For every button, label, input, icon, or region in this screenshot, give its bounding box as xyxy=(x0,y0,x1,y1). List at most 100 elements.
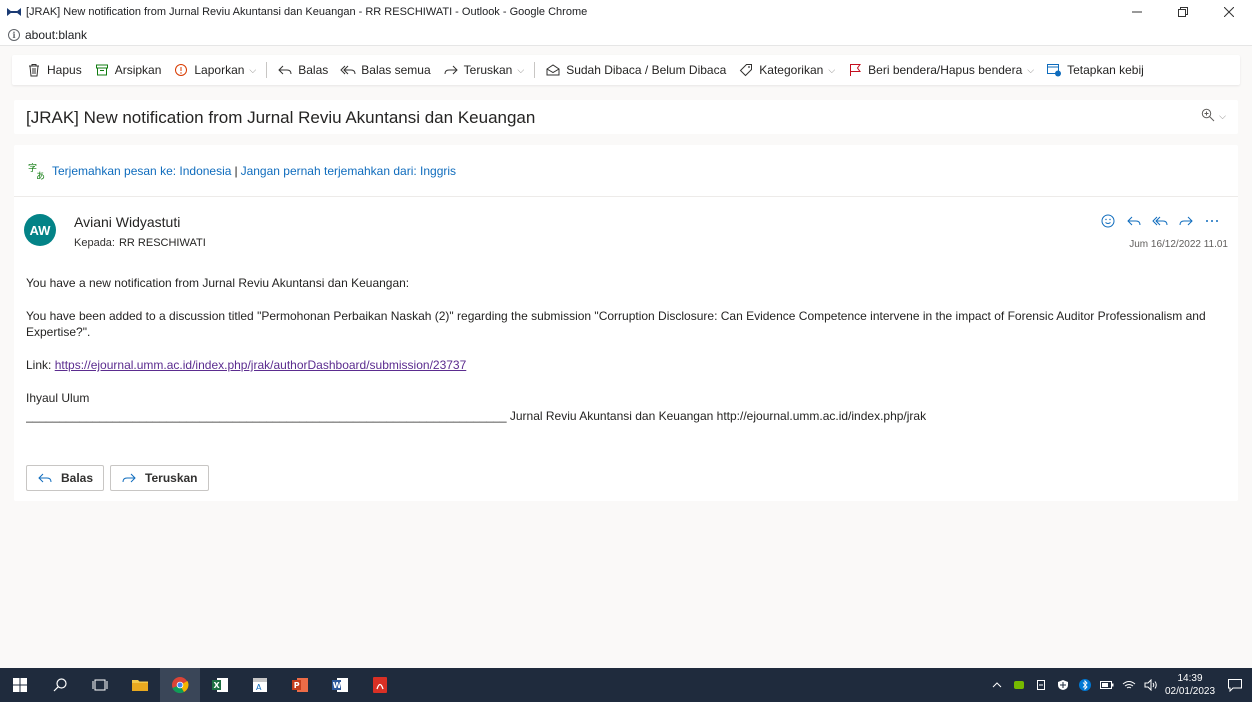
recipient-name[interactable]: RR RESCHIWATI xyxy=(119,237,206,249)
chevron-up-icon[interactable] xyxy=(986,668,1008,702)
delete-button[interactable]: Hapus xyxy=(20,55,88,85)
read-unread-label: Sudah Dibaca / Belum Dibaca xyxy=(566,63,727,77)
signature-name: Ihyaul Ulum xyxy=(26,391,90,405)
archive-button[interactable]: Arsipkan xyxy=(88,55,168,85)
windows-start-icon[interactable] xyxy=(0,668,40,702)
archive-icon xyxy=(94,62,110,78)
never-translate-link[interactable]: Jangan pernah terjemahkan dari: Inggris xyxy=(241,164,456,178)
clock-date: 02/01/2023 xyxy=(1164,686,1216,697)
taskbar-clock[interactable]: 14:39 02/01/2023 xyxy=(1162,672,1218,698)
powerpoint-icon[interactable]: P xyxy=(280,668,320,702)
message-actions xyxy=(1094,211,1224,231)
search-icon[interactable] xyxy=(40,668,80,702)
trash-icon xyxy=(26,62,42,78)
read-unread-button[interactable]: Sudah Dibaca / Belum Dibaca xyxy=(539,55,732,85)
separator xyxy=(534,62,536,78)
message-card: 字あ Terjemahkan pesan ke: Indonesia | Jan… xyxy=(14,145,1238,501)
outlook-app-icon xyxy=(6,6,22,18)
reply-button[interactable]: Balas xyxy=(271,55,334,85)
bluetooth-icon[interactable] xyxy=(1074,668,1096,702)
address-bar[interactable]: i about:blank xyxy=(0,24,1252,46)
zoom-button[interactable]: ⌵ xyxy=(1201,108,1226,125)
policy-label: Tetapkan kebij xyxy=(1067,63,1144,77)
svg-text:W: W xyxy=(333,681,342,690)
forward-button[interactable]: Teruskan ⌵ xyxy=(437,55,531,85)
link-label: Link: xyxy=(26,358,52,372)
windows-taskbar: X A P W 14:39 02/01/2023 xyxy=(0,668,1252,702)
minimize-button[interactable] xyxy=(1114,0,1160,24)
translate-icon: 字あ xyxy=(28,162,46,182)
emoji-icon[interactable] xyxy=(1096,211,1120,231)
flag-button[interactable]: Beri bendera/Hapus bendera ⌵ xyxy=(841,55,1040,85)
chevron-down-icon: ⌵ xyxy=(1027,64,1035,75)
file-explorer-icon[interactable] xyxy=(120,668,160,702)
browser-title-bar: [JRAK] New notification from Jurnal Revi… xyxy=(0,0,1252,24)
calendar-app-icon[interactable]: A xyxy=(240,668,280,702)
forward-icon[interactable] xyxy=(1174,211,1198,231)
volume-icon[interactable] xyxy=(1140,668,1162,702)
recipient-line: Kepada: RR RESCHIWATI xyxy=(74,237,206,249)
task-view-icon[interactable] xyxy=(80,668,120,702)
body-paragraph: You have a new notification from Jurnal … xyxy=(26,276,410,290)
battery-icon[interactable] xyxy=(1096,668,1118,702)
translate-link[interactable]: Terjemahkan pesan ke: Indonesia xyxy=(52,164,231,178)
reply-footer-button[interactable]: Balas xyxy=(26,465,105,491)
subject-card: [JRAK] New notification from Jurnal Revi… xyxy=(14,100,1238,134)
svg-text:A: A xyxy=(256,683,262,692)
avatar[interactable]: AW xyxy=(24,214,56,246)
link-paragraph: Link: https://ejournal.umm.ac.id/index.p… xyxy=(26,357,1226,373)
categorize-button[interactable]: Kategorikan ⌵ xyxy=(732,55,841,85)
reply-all-button[interactable]: Balas semua xyxy=(334,55,436,85)
close-button[interactable] xyxy=(1206,0,1252,24)
reply-all-icon xyxy=(340,62,356,78)
submission-link[interactable]: https://ejournal.umm.ac.id/index.php/jra… xyxy=(55,358,467,372)
system-tray: 14:39 02/01/2023 xyxy=(986,668,1252,702)
reply-buttons: Balas Teruskan xyxy=(26,465,215,491)
archive-label: Arsipkan xyxy=(114,63,162,77)
nvidia-icon[interactable] xyxy=(1008,668,1030,702)
shield-icon xyxy=(173,62,189,78)
signature-line: ________________________________________… xyxy=(26,409,927,423)
chevron-down-icon: ⌵ xyxy=(828,64,836,75)
reply-icon xyxy=(37,470,53,486)
forward-icon xyxy=(443,62,459,78)
separator xyxy=(266,62,268,78)
forward-footer-label: Teruskan xyxy=(145,471,198,485)
device-icon[interactable] xyxy=(1030,668,1052,702)
message-subject: [JRAK] New notification from Jurnal Revi… xyxy=(26,108,536,127)
svg-text:あ: あ xyxy=(36,171,45,180)
info-icon[interactable]: i xyxy=(8,28,20,41)
reply-icon xyxy=(277,62,293,78)
security-shield-icon[interactable] xyxy=(1052,668,1074,702)
message-body: You have a new notification from Jurnal … xyxy=(26,275,1226,424)
chrome-icon[interactable] xyxy=(160,668,200,702)
tag-icon xyxy=(738,62,754,78)
sender-name[interactable]: Aviani Widyastuti xyxy=(74,214,180,230)
chevron-down-icon: ⌵ xyxy=(517,64,525,75)
flag-label: Beri bendera/Hapus bendera xyxy=(868,63,1023,77)
address-url[interactable]: about:blank xyxy=(25,28,87,42)
wifi-icon[interactable] xyxy=(1118,668,1140,702)
more-options-icon[interactable] xyxy=(1200,211,1224,231)
notification-icon[interactable] xyxy=(1218,668,1252,702)
pdf-reader-icon[interactable] xyxy=(360,668,400,702)
flag-icon xyxy=(847,62,863,78)
svg-text:P: P xyxy=(294,681,300,690)
policy-icon xyxy=(1046,62,1062,78)
reply-icon[interactable] xyxy=(1122,211,1146,231)
reply-all-icon[interactable] xyxy=(1148,211,1172,231)
forward-footer-button[interactable]: Teruskan xyxy=(110,465,209,491)
envelope-open-icon xyxy=(545,62,561,78)
excel-icon[interactable]: X xyxy=(200,668,240,702)
to-label: Kepada: xyxy=(74,237,115,249)
reply-label: Balas xyxy=(298,63,329,77)
body-paragraph: You have been added to a discussion titl… xyxy=(26,309,1206,339)
restore-button[interactable] xyxy=(1160,0,1206,24)
word-icon[interactable]: W xyxy=(320,668,360,702)
report-button[interactable]: Laporkan ⌵ xyxy=(167,55,262,85)
reply-all-label: Balas semua xyxy=(361,63,431,77)
forward-label: Teruskan xyxy=(463,63,513,77)
policy-button[interactable]: Tetapkan kebij xyxy=(1040,55,1150,85)
translate-separator: | xyxy=(234,163,238,178)
zoom-in-icon xyxy=(1201,108,1215,125)
